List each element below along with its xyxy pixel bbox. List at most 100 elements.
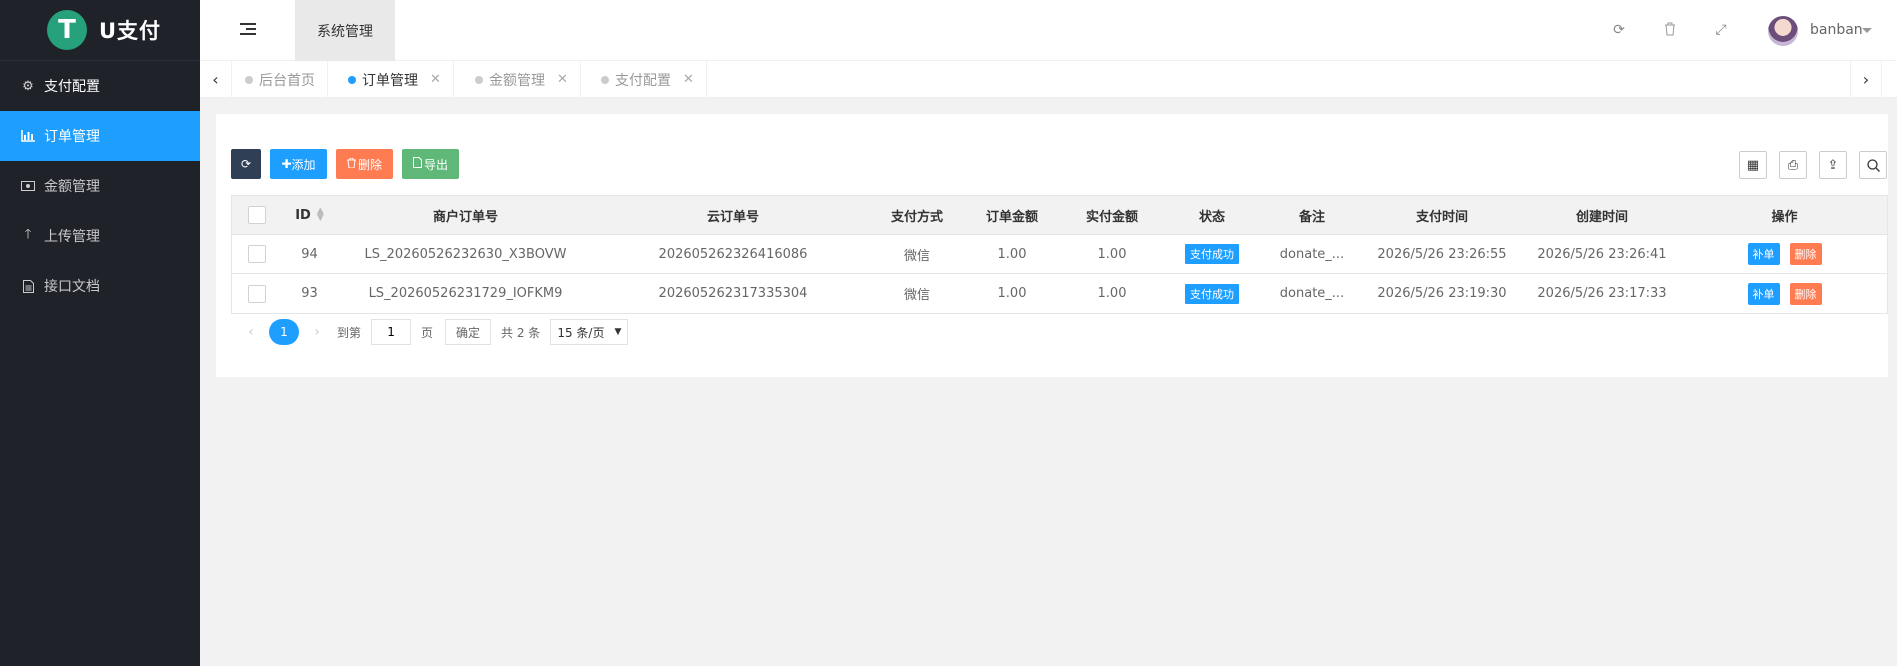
status-badge: 支付成功 xyxy=(1185,283,1239,304)
fullscreen-icon[interactable]: ⤢ xyxy=(1713,22,1729,38)
cell-note: donate_... xyxy=(1279,246,1345,262)
money-icon xyxy=(20,178,36,194)
col-status: 状态 xyxy=(1198,209,1225,225)
system-management-tab[interactable]: 系统管理 xyxy=(295,0,395,61)
trash-icon[interactable] xyxy=(1662,22,1678,38)
delete-button[interactable]: 删除 xyxy=(336,149,393,179)
cell-status: 支付成功 xyxy=(1162,244,1262,264)
goto-page-input[interactable] xyxy=(371,319,412,345)
col-actions: 操作 xyxy=(1771,209,1798,225)
tabs-scroll-right-icon[interactable]: › xyxy=(1850,61,1882,98)
sidebar-item-amounts[interactable]: 金额管理 xyxy=(0,161,200,211)
page-suffix-label: 页 xyxy=(421,325,434,340)
cell-merchant-order: LS_20260526232630_X3BOVW xyxy=(364,246,567,262)
col-label: ID xyxy=(295,207,311,223)
table-row: 94 LS_20260526232630_X3BOVW 202605262326… xyxy=(232,235,1887,274)
delete-label: 删除 xyxy=(357,157,382,172)
col-note: 备注 xyxy=(1298,209,1325,225)
username[interactable]: banban xyxy=(1810,22,1863,38)
orders-table: ID ▲ ▼ 商户订单号 云订单号 支付方式 订单金额 实付金额 状态 备注 支付时… xyxy=(231,195,1888,314)
col-amount: 订单金额 xyxy=(985,209,1038,225)
tab-dot xyxy=(245,75,253,84)
page-current[interactable]: 1 xyxy=(269,319,299,345)
page-size-select[interactable]: 15 条/页 ▼ xyxy=(550,319,629,345)
sidebar-item-orders[interactable]: 订单管理 xyxy=(0,111,200,161)
close-icon[interactable]: ✕ xyxy=(430,72,441,87)
logo: T U支付 xyxy=(0,0,200,61)
add-label: 添加 xyxy=(291,157,316,172)
tab-home[interactable]: 后台首页 xyxy=(233,61,328,98)
print-icon[interactable]: ⎙ xyxy=(1779,151,1807,179)
sidebar-item-pay-config[interactable]: ⚙ 支付配置 xyxy=(0,61,200,111)
tabs-scroll-left-icon[interactable]: ‹ xyxy=(200,61,232,98)
tab-orders[interactable]: 订单管理 ✕ xyxy=(336,61,454,98)
export-label: 导出 xyxy=(423,157,448,172)
tab-dot xyxy=(601,75,609,84)
table-header-row: ID ▲ ▼ 商户订单号 云订单号 支付方式 订单金额 实付金额 状态 备注 支付时… xyxy=(232,196,1887,235)
col-pay-time: 支付时间 xyxy=(1415,209,1468,225)
col-merchant-order: 商户订单号 xyxy=(432,209,498,225)
col-pay-method: 支付方式 xyxy=(890,209,943,225)
refresh-icon[interactable]: ⟳ xyxy=(1611,22,1627,38)
tab-pay-config[interactable]: 支付配置 ✕ xyxy=(589,61,707,98)
plus-icon: ✚ xyxy=(281,157,292,171)
close-icon[interactable]: ✕ xyxy=(557,72,568,87)
tab-label: 支付配置 xyxy=(615,72,671,89)
prev-page-icon[interactable]: ‹ xyxy=(241,324,261,340)
cell-status: 支付成功 xyxy=(1162,283,1262,304)
next-page-icon[interactable]: › xyxy=(307,324,327,340)
menu-toggle-icon[interactable] xyxy=(240,20,256,40)
caret-down-icon[interactable] xyxy=(1862,28,1872,33)
row-delete-button[interactable]: 删除 xyxy=(1789,282,1822,305)
total-count: 共 2 条 xyxy=(501,325,541,340)
sort-icon[interactable]: ▲ ▼ xyxy=(317,208,324,223)
select-all-checkbox[interactable] xyxy=(248,206,266,224)
row-checkbox[interactable] xyxy=(248,245,266,263)
close-icon[interactable]: ✕ xyxy=(683,72,694,87)
search-icon[interactable] xyxy=(1859,151,1887,179)
col-id[interactable]: ID ▲ ▼ xyxy=(282,208,337,223)
avatar[interactable] xyxy=(1768,16,1798,46)
cell-pay-time: 2026/5/26 23:19:30 xyxy=(1377,286,1507,301)
sidebar-item-api-docs[interactable]: 接口文档 xyxy=(0,261,200,311)
col-paid: 实付金额 xyxy=(1085,209,1138,225)
tether-logo-icon: T xyxy=(47,10,87,50)
app-root: T U支付 ⚙ 支付配置 订单管理 金额管理 🡑 上传管理 接口文档 系统管理 … xyxy=(0,0,1897,666)
add-button[interactable]: ✚ 添加 xyxy=(270,149,327,179)
export-button[interactable]: 导出 xyxy=(402,149,459,179)
page-tabs: ‹ 后台首页 订单管理 ✕ 金额管理 ✕ 支付配置 ✕ › xyxy=(200,61,1897,98)
refresh-button[interactable]: ⟳ xyxy=(231,149,261,179)
col-create-time: 创建时间 xyxy=(1575,209,1628,225)
cell-actions: 补单 删除 xyxy=(1682,282,1887,305)
resupply-button[interactable]: 补单 xyxy=(1747,282,1780,305)
tab-amounts[interactable]: 金额管理 ✕ xyxy=(463,61,581,98)
tab-dot xyxy=(348,75,356,84)
cell-id: 93 xyxy=(301,286,318,301)
status-badge: 支付成功 xyxy=(1185,244,1239,264)
sidebar-item-upload[interactable]: 🡑 上传管理 xyxy=(0,211,200,261)
trash-icon xyxy=(346,157,356,171)
cell-amount: 1.00 xyxy=(997,286,1027,301)
row-checkbox[interactable] xyxy=(248,284,266,303)
tab-label: 订单管理 xyxy=(362,72,418,89)
document-icon xyxy=(20,278,36,294)
cell-cloud-order: 202605262326416086 xyxy=(658,246,808,262)
columns-filter-icon[interactable]: ▦ xyxy=(1739,151,1767,179)
gears-icon: ⚙ xyxy=(22,78,34,94)
sidebar-item-label: 上传管理 xyxy=(44,229,100,245)
table-row: 93 LS_20260526231729_IOFKM9 202605262317… xyxy=(232,274,1887,313)
row-delete-button[interactable]: 删除 xyxy=(1789,243,1822,265)
sidebar-item-label: 金额管理 xyxy=(44,179,100,195)
cell-create-time: 2026/5/26 23:17:33 xyxy=(1537,286,1667,301)
chevron-down-icon: ▼ xyxy=(614,327,622,337)
page-size-value: 15 条/页 xyxy=(557,325,605,340)
cell-id: 94 xyxy=(301,246,318,262)
resupply-button[interactable]: 补单 xyxy=(1747,243,1780,265)
goto-confirm-button[interactable]: 确定 xyxy=(445,319,492,345)
tab-dot xyxy=(475,75,483,84)
export-table-icon[interactable]: ⇪ xyxy=(1819,151,1847,179)
cell-pay-time: 2026/5/26 23:26:55 xyxy=(1377,246,1507,262)
sidebar-item-label: 订单管理 xyxy=(44,129,100,145)
logo-text: U支付 xyxy=(99,19,162,43)
cell-actions: 补单 删除 xyxy=(1682,243,1887,265)
